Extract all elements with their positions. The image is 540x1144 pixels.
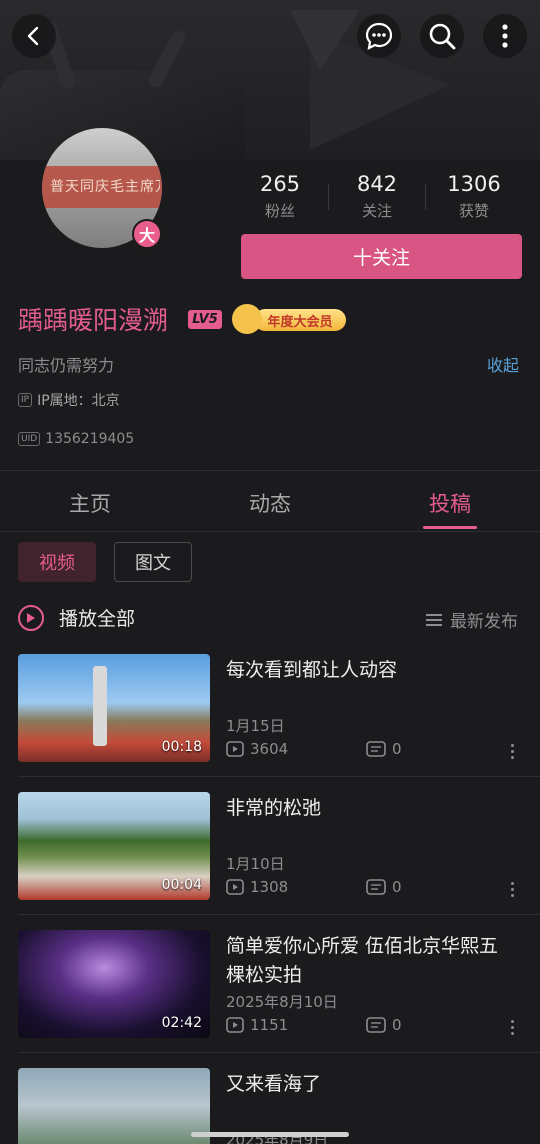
message-button[interactable] (357, 14, 401, 58)
video-item[interactable]: 02:42 简单爱你心所爱 伍佰北京华熙五棵松实拍 2025年8月10日 115… (0, 930, 540, 1068)
ip-location: IP IP属地：北京 (18, 390, 120, 410)
sort-label: 最新发布 (450, 612, 518, 632)
play-count: 1308 (250, 878, 289, 896)
video-date: 2025年8月10日 (226, 993, 338, 1011)
more-vertical-icon (502, 24, 508, 48)
tab-uploads[interactable]: 投稿 (390, 488, 510, 518)
video-thumbnail[interactable]: 00:04 (18, 792, 210, 900)
stat-likes-value: 1306 (447, 172, 501, 196)
video-title[interactable]: 简单爱你心所爱 伍佰北京华熙五棵松实拍 (226, 932, 516, 990)
comment-icon (366, 879, 386, 895)
vip-mascot-icon (232, 304, 262, 334)
comment-count: 0 (392, 878, 402, 896)
comment-count: 0 (392, 740, 402, 758)
stat-following-label: 关注 (361, 202, 392, 220)
tab-dynamics[interactable]: 动态 (210, 488, 330, 518)
stat-following-value: 842 (356, 172, 398, 196)
video-thumbnail[interactable] (18, 1068, 210, 1144)
video-title[interactable]: 非常的松弛 (226, 794, 516, 823)
video-item[interactable]: 00:18 每次看到都让人动容 1月15日 3604 0 (0, 654, 540, 792)
stat-following[interactable]: 842 关注 (332, 172, 422, 221)
ip-tag-icon: IP (18, 393, 33, 407)
search-icon (429, 23, 456, 50)
list-icon (426, 613, 442, 626)
more-options-icon[interactable] (506, 744, 518, 759)
stat-fans[interactable]: 265 粉丝 (235, 172, 325, 221)
stat-fans-value: 265 (259, 172, 301, 196)
play-all-button[interactable]: 播放全部 (18, 604, 135, 631)
signature: 同志仍需努力 (18, 356, 115, 375)
video-date: 1月15日 (226, 717, 285, 735)
video-stats: 3604 0 (226, 740, 402, 758)
filter-video[interactable]: 视频 (18, 542, 96, 582)
more-options-icon[interactable] (506, 1020, 518, 1035)
follow-button[interactable]: 十关注 (241, 234, 522, 279)
collapse-link[interactable]: 收起 (487, 352, 519, 376)
video-duration: 00:04 (161, 877, 202, 893)
filter-image-text[interactable]: 图文 (114, 542, 192, 582)
video-date: 1月10日 (226, 855, 285, 873)
list-divider (18, 776, 540, 777)
uid-tag-icon: UID (18, 432, 41, 446)
video-duration: 00:18 (161, 739, 202, 755)
list-divider (18, 914, 540, 915)
sort-button[interactable]: 最新发布 (426, 607, 518, 632)
username: 踽踽暖阳漫溯 (18, 306, 169, 335)
tab-indicator (423, 526, 477, 529)
more-button[interactable] (483, 14, 527, 58)
avatar-text: 普天同庆毛主席万岁 (50, 179, 160, 195)
stat-likes-label: 获赞 (458, 202, 489, 220)
more-options-icon[interactable] (506, 882, 518, 897)
vip-badge: 大 (132, 219, 162, 249)
video-stats: 1308 0 (226, 878, 402, 896)
search-button[interactable] (420, 14, 464, 58)
play-count: 1151 (250, 1016, 289, 1034)
annual-vip-badge[interactable]: 年度大会员 (254, 309, 346, 331)
play-count-icon (226, 741, 244, 757)
tabs-divider (0, 531, 540, 532)
comment-count: 0 (392, 1016, 402, 1034)
video-thumbnail[interactable]: 00:18 (18, 654, 210, 762)
statue-graphic (93, 666, 107, 746)
video-title[interactable]: 每次看到都让人动容 (226, 656, 516, 685)
stat-fans-label: 粉丝 (264, 202, 295, 220)
play-count: 3604 (250, 740, 289, 758)
stat-divider (328, 184, 329, 210)
ip-location-text: IP属地：北京 (37, 393, 120, 409)
section-divider (0, 470, 540, 471)
play-count-icon (226, 1017, 244, 1033)
play-count-icon (226, 879, 244, 895)
level-badge[interactable]: LV5 (188, 310, 222, 329)
uid-row[interactable]: UID 1356219405 (18, 431, 134, 447)
list-divider (18, 1052, 540, 1053)
stat-likes[interactable]: 1306 获赞 (429, 172, 519, 221)
video-item[interactable]: 00:04 非常的松弛 1月10日 1308 0 (0, 792, 540, 930)
home-indicator[interactable] (191, 1132, 349, 1137)
comment-icon (366, 1017, 386, 1033)
video-duration: 02:42 (161, 1015, 202, 1031)
back-button[interactable] (12, 14, 56, 58)
video-thumbnail[interactable]: 02:42 (18, 930, 210, 1038)
tab-home[interactable]: 主页 (30, 488, 150, 518)
uid-text: 1356219405 (45, 431, 135, 447)
stat-divider (425, 184, 426, 210)
video-stats: 1151 0 (226, 1016, 402, 1034)
video-title[interactable]: 又来看海了 (226, 1070, 516, 1099)
play-circle-icon (18, 604, 44, 631)
play-all-label: 播放全部 (59, 608, 136, 630)
comment-icon (366, 741, 386, 757)
chevron-left-icon (27, 26, 39, 46)
chat-bubble-icon (365, 22, 393, 50)
